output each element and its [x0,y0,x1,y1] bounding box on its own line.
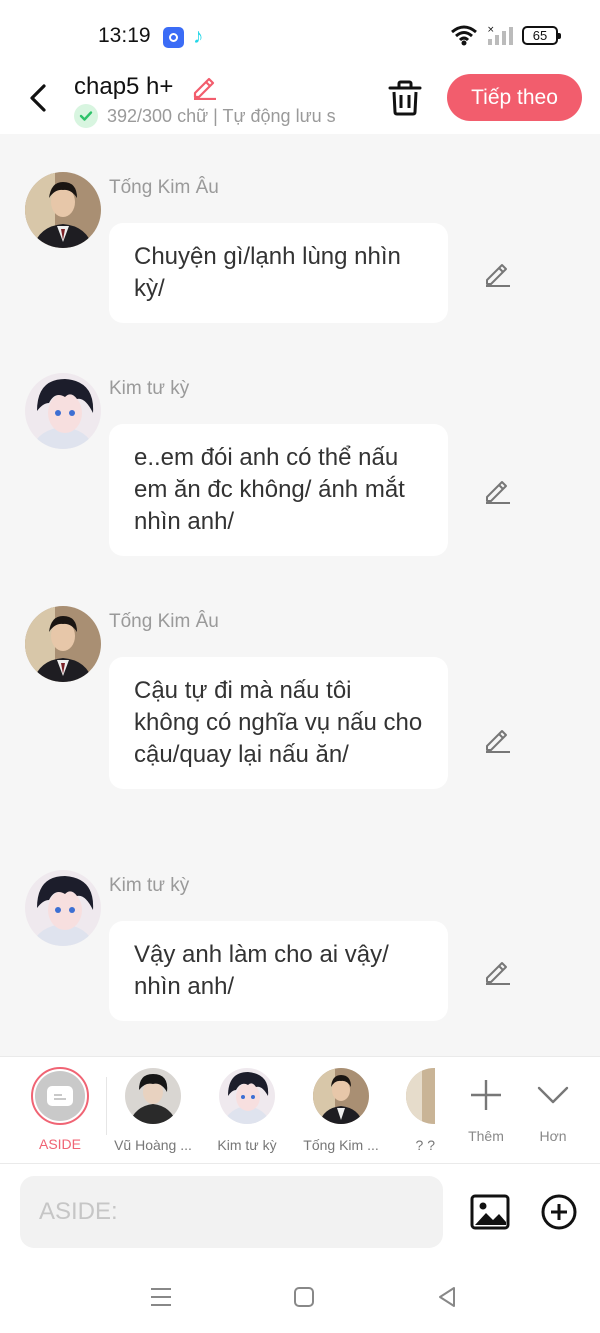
signal-icon: × [487,25,513,45]
status-time: 13:19 [98,24,151,47]
aside-input[interactable] [20,1176,443,1248]
message-bubble[interactable]: Vậy anh làm cho ai vậy/ nhìn anh/ [109,921,448,1021]
character-kim-tu-ky[interactable]: Kim tư kỳ [204,1067,290,1153]
character-label: Vũ Hoàng ... [114,1137,192,1153]
battery-icon: 65 [522,25,561,45]
hotspot-app-icon [163,27,184,48]
character-label: ASIDE [38,1136,81,1152]
edit-pencil-icon[interactable] [482,956,512,986]
home-icon[interactable] [289,1282,319,1312]
image-icon[interactable] [470,1192,510,1232]
expand-characters-button[interactable]: Hơn [530,1067,576,1144]
character-unknown[interactable]: ? ? [380,1067,435,1153]
message-bubble[interactable]: Cậu tự đi mà nấu tôi không có nghĩa vụ n… [109,657,448,789]
avatar [125,1068,181,1124]
tiktok-icon: ♪ [193,25,204,48]
character-label: ? ? [415,1137,435,1153]
character-label: Kim tư kỳ [217,1137,277,1153]
message-text: Chuyện gì/lạnh lùng nhìn kỳ/ [134,243,401,302]
avatar-kim-tu-ky[interactable] [25,870,101,946]
back-arrow-icon[interactable] [22,78,56,118]
chevron-down-icon [537,1086,569,1104]
add-circle-icon[interactable] [540,1193,578,1231]
edit-pencil-icon[interactable] [482,724,512,754]
character-aside[interactable]: ASIDE [17,1067,103,1152]
word-count-autosave: 392/300 chữ | Tự động lưu s [107,105,336,126]
add-character-button[interactable]: Thêm [462,1067,510,1144]
back-triangle-icon[interactable] [432,1282,462,1312]
character-label: Tống Kim ... [303,1137,379,1153]
message-text: Vậy anh làm cho ai vậy/ nhìn anh/ [134,941,389,1000]
avatar [313,1068,369,1124]
avatar-kim-tu-ky[interactable] [25,373,101,449]
editor-header: chap5 h+ 392/300 chữ | Tự động lưu s Tiế… [0,70,600,134]
avatar [406,1068,435,1124]
system-nav-bar [0,1264,600,1333]
edit-pencil-icon[interactable] [482,475,512,505]
message-bubble[interactable]: Chuyện gì/lạnh lùng nhìn kỳ/ [109,223,448,323]
next-button[interactable]: Tiếp theo [447,74,582,121]
add-label: Thêm [468,1128,504,1144]
menu-icon[interactable] [146,1282,176,1312]
character-tong-kim-au[interactable]: Tống Kim ... [298,1067,384,1153]
message-text: Cậu tự đi mà nấu tôi không có nghĩa vụ n… [134,677,423,768]
character-vu-hoang[interactable]: Vũ Hoàng ... [110,1067,196,1153]
chapter-title[interactable]: chap5 h+ [74,73,173,101]
character-name: Kim tư kỳ [109,378,190,399]
avatar-tong-kim-au[interactable] [25,172,101,248]
wifi-icon [451,25,477,46]
status-bar: 13:19 ♪ × 65 [0,0,600,70]
character-name: Tống Kim Âu [109,611,219,632]
plus-icon [471,1080,501,1110]
expand-label: Hơn [539,1128,567,1144]
character-name: Tống Kim Âu [109,177,219,198]
compose-bar [0,1164,600,1264]
character-selector: ASIDE Vũ Hoàng ... Kim tư kỳ Tống Kim ..… [0,1056,600,1164]
aside-chat-icon [31,1067,89,1125]
checkmark-icon [74,104,98,128]
trash-icon[interactable] [386,79,424,117]
edit-pencil-icon[interactable] [482,258,512,288]
message-text: e..em đói anh có thể nấu em ăn đc không/… [134,444,405,535]
divider [106,1077,107,1135]
message-list[interactable]: Tống Kim Âu Chuyện gì/lạnh lùng nhìn kỳ/… [0,134,600,1056]
avatar-tong-kim-au[interactable] [25,606,101,682]
message-bubble[interactable]: e..em đói anh có thể nấu em ăn đc không/… [109,424,448,556]
character-name: Kim tư kỳ [109,875,190,896]
svg-text:×: × [487,25,495,35]
word-count-row: 392/300 chữ | Tự động lưu s [74,104,364,128]
edit-title-pencil-icon[interactable] [190,72,218,100]
avatar [219,1068,275,1124]
